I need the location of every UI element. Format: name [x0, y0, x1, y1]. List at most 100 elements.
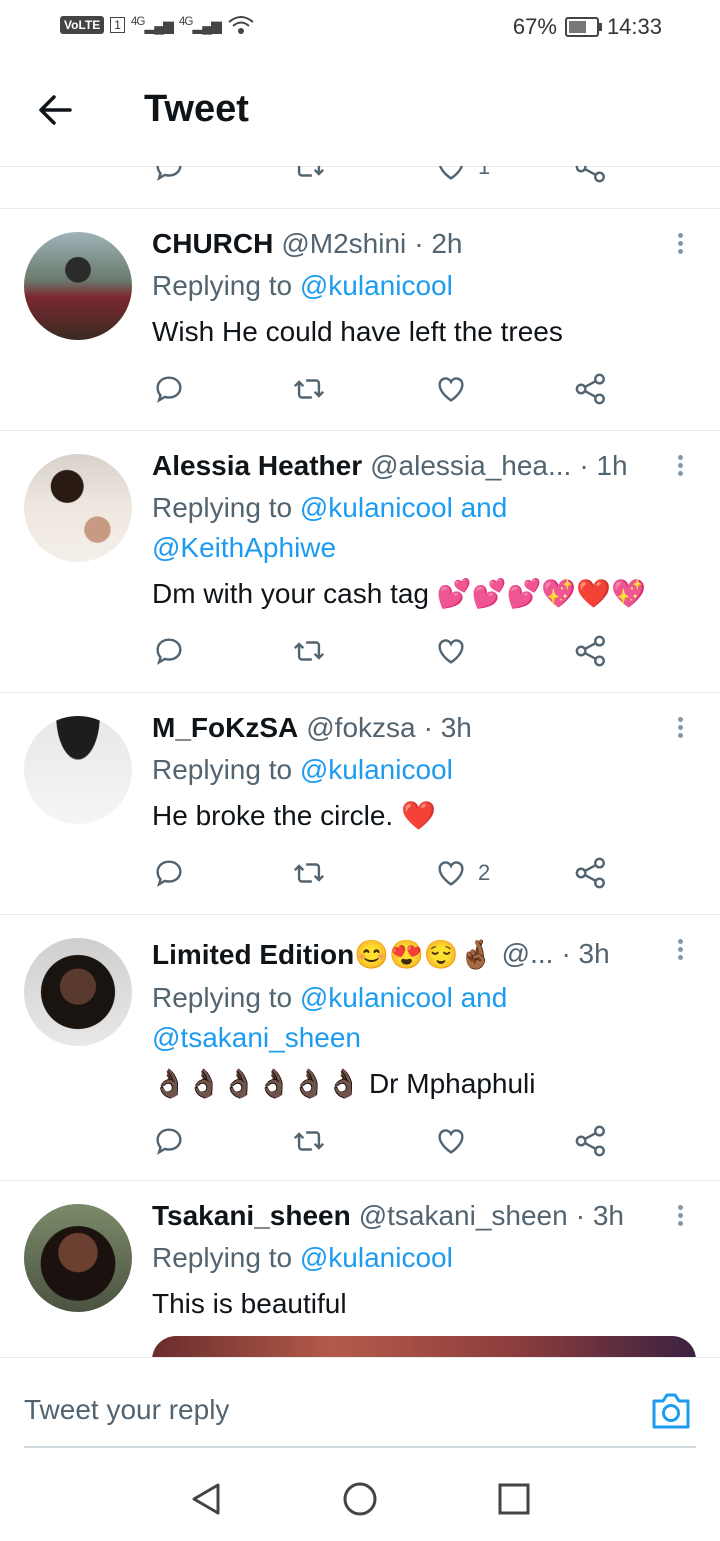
retweet-icon [297, 166, 325, 177]
reply-icon [156, 166, 182, 181]
tweet-text: He broke the circle. ❤️ [152, 800, 436, 831]
tweet-text: Wish He could have left the trees [152, 316, 563, 347]
nav-home-icon[interactable] [340, 1479, 380, 1519]
tweet-item[interactable]: Limited Edition😊😍😌🤞🏾 @... · 3h Replying … [0, 914, 720, 1181]
user-handle[interactable]: @tsakani_sheen [359, 1200, 568, 1232]
replying-to: Replying to @kulanicool [152, 270, 453, 301]
page-title: Tweet [144, 88, 249, 130]
like-icon [438, 861, 464, 886]
back-arrow-icon[interactable] [36, 90, 76, 130]
status-left: VoLTE 1 4G▂▄▆ 4G▂▄▆ [60, 14, 255, 36]
like-button[interactable] [434, 1116, 478, 1166]
avatar[interactable] [24, 454, 132, 562]
retweet-icon [293, 379, 325, 399]
camera-icon[interactable] [650, 1390, 692, 1430]
display-name[interactable]: Limited Edition😊😍😌🤞🏾 [152, 938, 494, 971]
user-handle[interactable]: @fokzsa [306, 712, 415, 744]
replying-to: Replying to @kulanicool and @KeithAphiwe [152, 492, 508, 563]
like-icon [438, 1129, 464, 1154]
retweet-button[interactable] [292, 626, 326, 676]
system-nav-bar [0, 1457, 720, 1541]
share-button[interactable] [574, 364, 608, 414]
previous-tweet-actions: 1 [0, 166, 720, 209]
share-button[interactable] [574, 166, 608, 192]
share-button[interactable] [574, 1116, 608, 1166]
share-icon [575, 166, 605, 183]
tweet-text: 👌🏿👌🏿👌🏿👌🏿👌🏿👌🏿 Dr Mphaphuli [152, 1068, 536, 1099]
retweet-button[interactable] [292, 848, 326, 898]
share-icon [575, 635, 605, 667]
nav-recents-icon[interactable] [494, 1479, 534, 1519]
like-button[interactable] [434, 364, 478, 414]
more-icon[interactable] [674, 230, 686, 260]
tweet-item[interactable]: Alessia Heather @alessia_hea... · 1h Rep… [0, 430, 720, 693]
tweet-actions: 2 [152, 848, 622, 898]
share-icon [575, 857, 605, 889]
tweet-item[interactable]: Tsakani_sheen @tsakani_sheen · 3h Replyi… [0, 1180, 720, 1357]
share-button[interactable] [574, 848, 608, 898]
reply-button[interactable] [152, 626, 186, 676]
reply-button[interactable] [152, 848, 186, 898]
reply-button[interactable] [152, 364, 186, 414]
like-icon [438, 166, 464, 180]
sim-badge: 1 [110, 17, 125, 33]
mention-link[interactable]: @tsakani_sheen [152, 1022, 361, 1053]
tweet-item[interactable]: M_FoKzSA @fokzsa · 3h Replying to @kulan… [0, 692, 720, 915]
like-button[interactable] [434, 626, 478, 676]
status-bar: VoLTE 1 4G▂▄▆ 4G▂▄▆ 67% 14:33 [0, 0, 720, 56]
mention-link[interactable]: @kulanicool and [300, 492, 507, 523]
timestamp: · 3h [423, 712, 472, 743]
reply-input[interactable]: Tweet your reply [24, 1394, 229, 1426]
mention-link[interactable]: @kulanicool [300, 754, 453, 785]
timestamp: · 3h [575, 1200, 624, 1231]
mention-link[interactable]: @kulanicool [300, 270, 453, 301]
display-name[interactable]: M_FoKzSA [152, 712, 298, 744]
tweet-header: Alessia Heather @alessia_hea... · 1h [152, 450, 656, 482]
reply-icon [156, 638, 182, 665]
user-handle[interactable]: @M2shini [281, 228, 406, 260]
signal-icon: 4G▂▄▆ [130, 15, 174, 34]
tweet-text: Dm with your cash tag 💕💕💕💖❤️💖 [152, 578, 646, 609]
retweet-button[interactable] [292, 1116, 326, 1166]
volte-badge: VoLTE [60, 16, 105, 34]
tweet-actions [152, 626, 622, 676]
reply-icon [156, 860, 182, 887]
display-name[interactable]: Tsakani_sheen [152, 1200, 351, 1232]
reply-composer: Tweet your reply [0, 1357, 720, 1458]
status-right: 67% 14:33 [513, 14, 662, 40]
like-icon [438, 639, 464, 664]
retweet-button[interactable] [292, 364, 326, 414]
display-name[interactable]: CHURCH [152, 228, 273, 260]
tweet-text: This is beautiful [152, 1288, 347, 1319]
more-icon[interactable] [674, 1202, 686, 1232]
replying-to: Replying to @kulanicool [152, 1242, 453, 1273]
avatar[interactable] [24, 232, 132, 340]
reply-button[interactable] [152, 166, 186, 192]
wifi-icon [228, 16, 254, 34]
tweet-item[interactable]: CHURCH @M2shini · 2h Replying to @kulani… [0, 208, 720, 431]
more-icon[interactable] [674, 452, 686, 482]
share-button[interactable] [574, 626, 608, 676]
mention-link[interactable]: @kulanicool and [300, 982, 507, 1013]
user-handle[interactable]: @... [502, 938, 554, 971]
like-button[interactable]: 2 [434, 848, 490, 898]
mention-link[interactable]: @KeithAphiwe [152, 532, 336, 563]
retweet-button[interactable] [292, 166, 326, 192]
like-button[interactable]: 1 [434, 166, 490, 192]
like-count: 1 [478, 166, 491, 179]
avatar[interactable] [24, 1204, 132, 1312]
reply-button[interactable] [152, 1116, 186, 1166]
tweet-header: Tsakani_sheen @tsakani_sheen · 3h [152, 1200, 656, 1232]
mention-link[interactable]: @kulanicool [300, 1242, 453, 1273]
more-icon[interactable] [674, 936, 686, 966]
replying-to: Replying to @kulanicool and @tsakani_shee… [152, 982, 508, 1053]
avatar[interactable] [24, 716, 132, 824]
battery-percent: 67% [512, 14, 557, 39]
user-handle[interactable]: @alessia_hea... [370, 450, 571, 482]
avatar[interactable] [24, 938, 132, 1046]
tweet-header: CHURCH @M2shini · 2h [152, 228, 656, 260]
display-name[interactable]: Alessia Heather [152, 450, 362, 482]
tweet-actions [152, 364, 622, 414]
nav-back-icon[interactable] [186, 1479, 226, 1519]
more-icon[interactable] [674, 714, 686, 744]
